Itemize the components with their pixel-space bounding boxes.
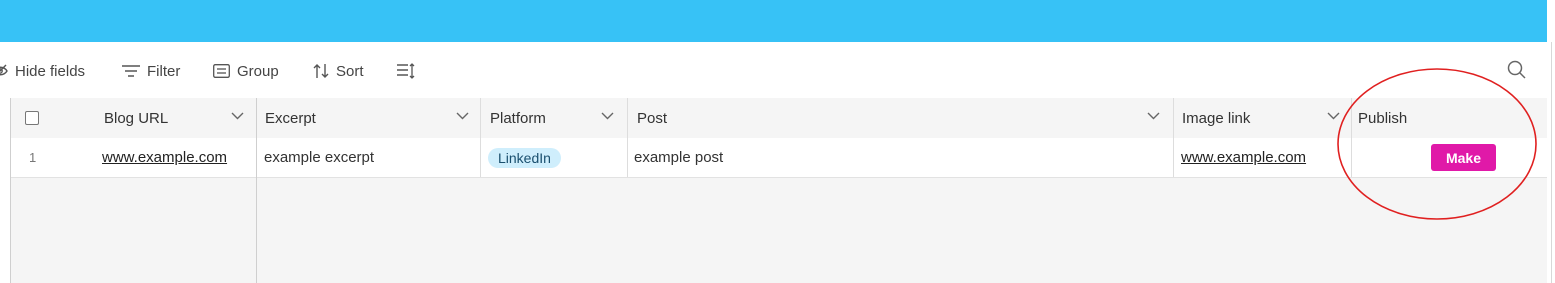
column-label-image-link: Image link bbox=[1182, 109, 1251, 127]
cell-platform[interactable]: LinkedIn bbox=[480, 138, 561, 177]
chevron-down-icon[interactable] bbox=[1147, 112, 1160, 120]
column-header-excerpt[interactable]: Excerpt bbox=[257, 98, 316, 138]
select-all-checkbox[interactable] bbox=[25, 111, 39, 125]
image-link[interactable]: www.example.com bbox=[1181, 149, 1306, 166]
column-divider[interactable] bbox=[480, 98, 481, 138]
sort-label: Sort bbox=[336, 62, 364, 80]
column-header-platform[interactable]: Platform bbox=[482, 98, 546, 138]
hide-fields-button[interactable]: Hide fields bbox=[0, 60, 85, 82]
app-top-bar bbox=[0, 0, 1547, 42]
column-divider[interactable] bbox=[627, 98, 628, 138]
group-label: Group bbox=[237, 62, 279, 80]
column-label-platform: Platform bbox=[490, 109, 546, 127]
eye-off-icon bbox=[0, 64, 8, 76]
data-grid: Blog URL Excerpt Platform Post Image lin… bbox=[10, 98, 1548, 283]
column-label-post: Post bbox=[637, 109, 668, 127]
filter-button[interactable]: Filter bbox=[122, 60, 180, 82]
blog-url-link[interactable]: www.example.com bbox=[102, 149, 227, 166]
sort-icon bbox=[313, 64, 329, 78]
platform-tag: LinkedIn bbox=[488, 147, 561, 168]
cell-image-link[interactable]: www.example.com bbox=[1173, 138, 1306, 177]
hide-fields-label: Hide fields bbox=[15, 62, 86, 80]
sort-button[interactable]: Sort bbox=[313, 60, 364, 82]
row-height-icon bbox=[397, 63, 415, 79]
chevron-down-icon[interactable] bbox=[1327, 112, 1340, 120]
chevron-down-icon[interactable] bbox=[601, 112, 614, 120]
cell-excerpt[interactable]: example excerpt bbox=[256, 138, 374, 177]
window-border bbox=[1551, 42, 1552, 283]
grid-header-row: Blog URL Excerpt Platform Post Image lin… bbox=[11, 98, 1548, 139]
cell-blog-url[interactable]: www.example.com bbox=[94, 138, 227, 177]
row-number: 1 bbox=[29, 150, 37, 165]
filter-label: Filter bbox=[147, 62, 181, 80]
cell-divider bbox=[1351, 138, 1352, 177]
view-toolbar: Hide fields Filter Group Sort bbox=[0, 42, 1547, 99]
column-header-post[interactable]: Post bbox=[629, 98, 667, 138]
grid-left-gutter bbox=[0, 98, 10, 283]
column-label-excerpt: Excerpt bbox=[265, 109, 316, 127]
column-label-publish: Publish bbox=[1358, 109, 1408, 127]
row-height-button[interactable] bbox=[397, 60, 422, 82]
chevron-down-icon[interactable] bbox=[456, 112, 469, 120]
column-label-blog-url: Blog URL bbox=[104, 109, 169, 127]
frozen-column-divider bbox=[256, 98, 257, 283]
chevron-down-icon[interactable] bbox=[231, 112, 244, 120]
column-header-image-link[interactable]: Image link bbox=[1174, 98, 1250, 138]
group-button[interactable]: Group bbox=[213, 60, 279, 82]
make-button[interactable]: Make bbox=[1431, 144, 1496, 171]
search-button[interactable] bbox=[1507, 60, 1527, 85]
cell-post[interactable]: example post bbox=[626, 138, 723, 177]
group-icon bbox=[213, 64, 230, 78]
table-row[interactable]: 1 www.example.com example excerpt Linked… bbox=[11, 138, 1548, 178]
column-header-blog-url[interactable]: Blog URL bbox=[96, 98, 168, 138]
search-icon bbox=[1507, 60, 1526, 79]
column-header-publish[interactable]: Publish bbox=[1350, 98, 1407, 138]
filter-icon bbox=[122, 65, 140, 77]
